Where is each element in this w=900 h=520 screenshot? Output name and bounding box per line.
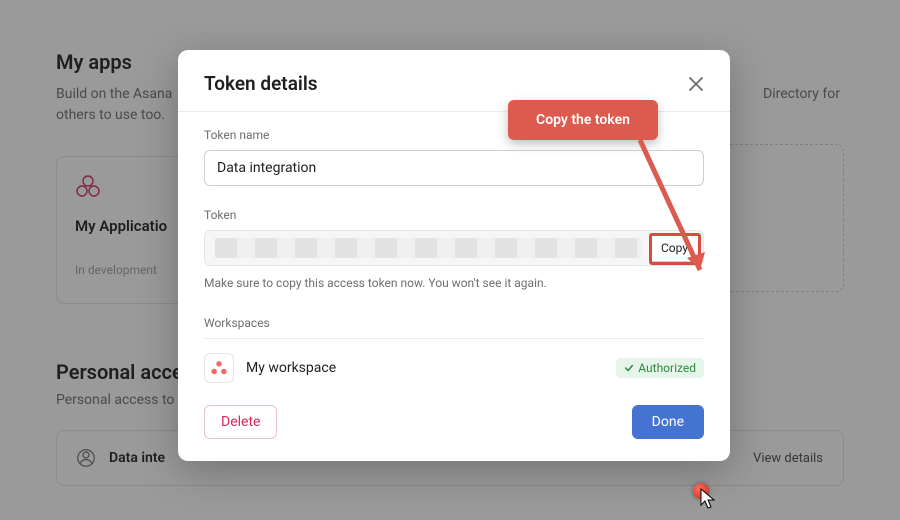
done-button[interactable]: Done (632, 405, 704, 439)
close-icon[interactable] (688, 76, 704, 92)
token-hint-text: Make sure to copy this access token now.… (204, 276, 704, 290)
token-name-input[interactable] (204, 150, 704, 186)
modal-footer: Delete Done (178, 397, 730, 439)
token-label: Token (204, 208, 704, 222)
token-value-box: Copy (204, 230, 704, 266)
workspace-row: My workspace Authorized (204, 338, 704, 397)
copy-token-button[interactable]: Copy (650, 234, 699, 262)
token-field-block: Token Copy Make sure to copy this access… (204, 208, 704, 290)
annotation-callout: Copy the token (508, 100, 658, 140)
workspace-name: My workspace (246, 360, 336, 376)
delete-button[interactable]: Delete (204, 405, 277, 439)
workspaces-block: Workspaces My workspace (204, 316, 704, 397)
authorized-badge: Authorized (616, 358, 704, 378)
modal-title: Token details (204, 72, 318, 95)
workspaces-label: Workspaces (204, 316, 704, 330)
modal-body: Token name Token Copy Make sure to copy … (178, 112, 730, 397)
authorized-badge-text: Authorized (638, 361, 696, 375)
workspace-logo-icon (204, 353, 234, 383)
check-icon (624, 363, 634, 373)
cursor-icon (700, 488, 716, 510)
token-obscured-value (215, 238, 642, 258)
